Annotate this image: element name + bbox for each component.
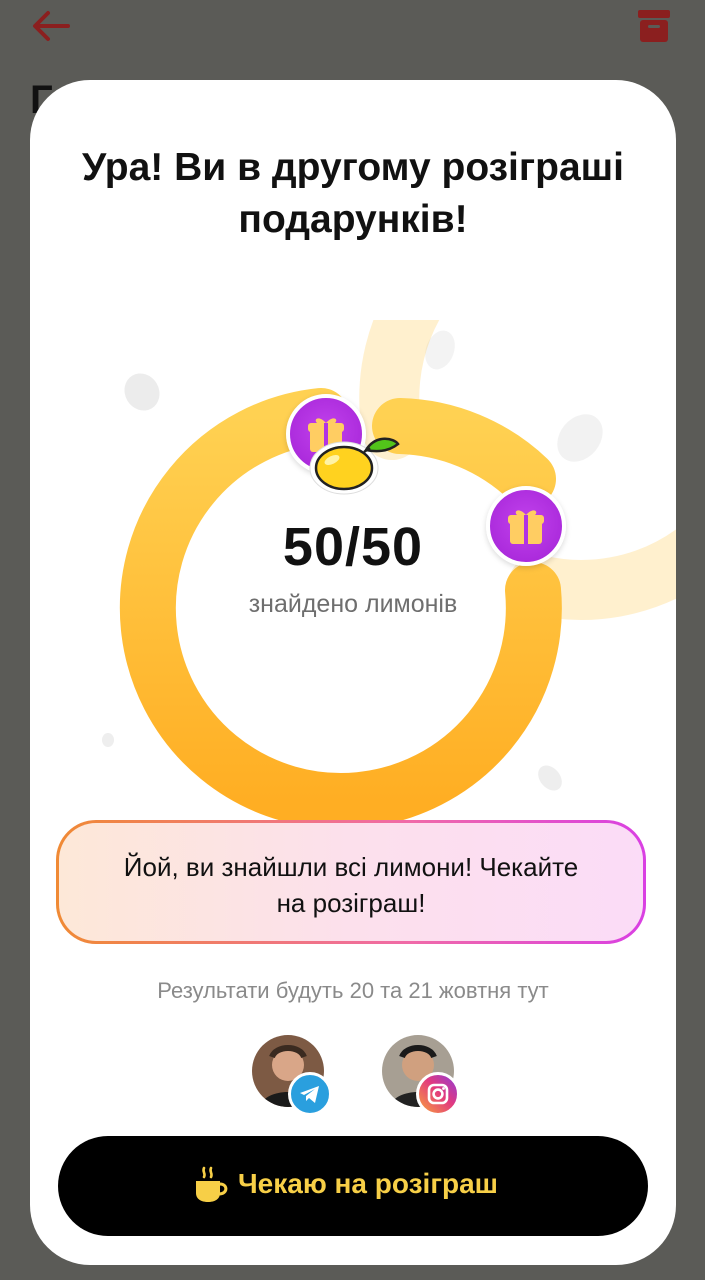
arrow-left-icon xyxy=(33,11,70,41)
completion-notice: Йой, ви знайшли всі лимони! Чекайте на р… xyxy=(56,820,646,944)
decor-lemon-4 xyxy=(102,733,114,747)
lemon-icon xyxy=(309,437,400,495)
lemon-counter-label: знайдено лимонів xyxy=(248,590,458,618)
coffee-cup-icon xyxy=(196,1166,228,1202)
lemon-counter: 50/50 xyxy=(282,517,424,577)
archive-box-icon xyxy=(638,10,670,42)
results-date-text: Результати будуть 20 та 21 жовтня тут xyxy=(157,978,549,1003)
lemon-progress-ring: 50/50 знайдено лимонів xyxy=(30,320,676,840)
decor-lemon-5 xyxy=(538,765,562,791)
decor-lemon-3 xyxy=(557,414,603,462)
progress-ring-graphic xyxy=(102,320,676,829)
wait-for-draw-label: Чекаю на розіграш xyxy=(238,1168,498,1199)
telegram-badge[interactable] xyxy=(288,1072,332,1116)
archive-button[interactable] xyxy=(634,6,674,46)
completion-notice-text: Йой, ви знайшли всі лимони! Чекайте на р… xyxy=(123,852,579,918)
back-button[interactable] xyxy=(28,6,74,46)
instagram-badge[interactable] xyxy=(416,1072,460,1116)
instagram-icon xyxy=(427,1083,449,1105)
modal-title: Ура! Ви в другому розіграші подарунків! xyxy=(81,146,624,241)
decor-lemon-1 xyxy=(124,373,160,411)
telegram-icon xyxy=(300,1086,319,1103)
lottery-modal: Ура! Ви в другому розіграші подарунків! xyxy=(30,80,676,1265)
app-header xyxy=(0,0,705,60)
wait-for-draw-button[interactable]: Чекаю на розіграш xyxy=(58,1136,648,1236)
